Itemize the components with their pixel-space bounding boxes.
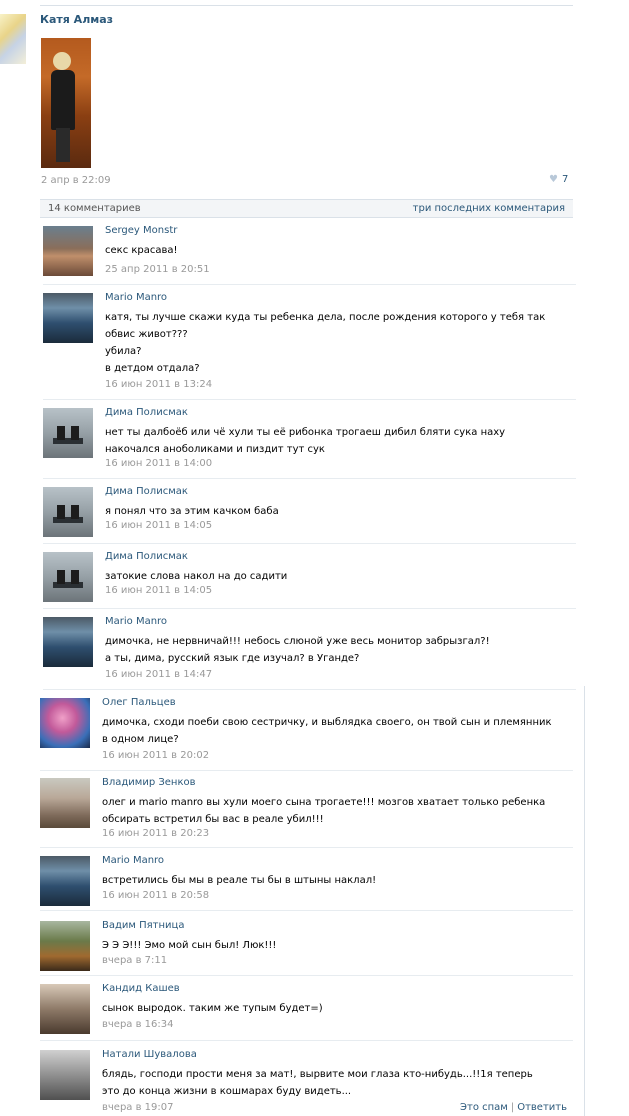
comment-text: катя, ты лучше скажи куда ты ребенка дел… <box>105 312 546 374</box>
comment-timestamp[interactable]: 16 июн 2011 в 14:47 <box>105 669 212 680</box>
post-timestamp[interactable]: 2 апр в 22:09 <box>41 175 111 186</box>
author-avatar[interactable] <box>0 14 26 64</box>
comment-item: Sergey Monstr секс красава! 25 апр 2011 в … <box>43 218 576 285</box>
commenter-name-link[interactable]: Олег Пальцев <box>102 697 176 708</box>
post-author-link[interactable]: Катя Алмаз <box>40 13 113 26</box>
comment-timestamp[interactable]: 16 июн 2011 в 13:24 <box>105 379 212 390</box>
comment-item: Олег Пальцев димочка, сходи поеби свою се… <box>40 690 573 771</box>
commenter-avatar[interactable] <box>40 1050 90 1100</box>
comment-item: Mario Manro катя, ты лучше скажи куда ты … <box>43 285 576 400</box>
like-button[interactable]: ♥ 7 <box>549 174 568 185</box>
comment-item: Кандид Кашев сынок выродок. таким же тупы… <box>40 976 573 1041</box>
commenter-name-link[interactable]: Вадим Пятница <box>102 920 184 931</box>
comment-item: Владимир Зенков олег и mario manro вы хул… <box>40 770 573 848</box>
comment-timestamp[interactable]: вчера в 7:11 <box>102 955 167 966</box>
reply-link[interactable]: Ответить <box>517 1102 567 1113</box>
comment-text: затокие слова накол на до садити <box>105 571 288 582</box>
comment-text: олег и mario manro вы хули моего сына тр… <box>102 797 546 825</box>
comment-item: Дима Полисмак я понял что за этим качком … <box>43 479 576 544</box>
commenter-avatar[interactable] <box>40 984 90 1034</box>
commenter-avatar[interactable] <box>43 226 93 276</box>
commenter-name-link[interactable]: Владимир Зенков <box>102 777 196 788</box>
comment-timestamp[interactable]: 16 июн 2011 в 20:23 <box>102 828 209 839</box>
comment-timestamp[interactable]: вчера в 16:34 <box>102 1019 174 1030</box>
commenter-name-link[interactable]: Mario Manro <box>102 855 164 866</box>
comment-item: Mario Manro встретились бы мы в реале ты … <box>40 848 573 911</box>
action-separator: | <box>510 1102 515 1113</box>
comment-item: Дима Полисмак затокие слова накол на до с… <box>43 544 576 609</box>
commenter-avatar[interactable] <box>43 487 93 537</box>
comment-text: нет ты далбоёб или чё хули ты её рибонка… <box>105 427 506 455</box>
comment-divider <box>40 910 573 911</box>
comments-count[interactable]: 14 комментариев <box>48 203 141 214</box>
commenter-avatar[interactable] <box>43 293 93 343</box>
comment-item: Натали Шувалова блядь, господи прости мен… <box>40 1042 573 1116</box>
commenter-name-link[interactable]: Кандид Кашев <box>102 983 180 994</box>
comment-timestamp[interactable]: 16 июн 2011 в 20:02 <box>102 750 209 761</box>
comment-text: димочка, не нервничай!!! небось слюной у… <box>105 636 490 664</box>
comment-timestamp[interactable]: 25 апр 2011 в 20:51 <box>105 264 210 275</box>
commenter-avatar[interactable] <box>43 617 93 667</box>
comment-text: сынок выродок. таким же тупым будет=) <box>102 1003 323 1014</box>
comment-timestamp[interactable]: 16 июн 2011 в 20:58 <box>102 890 209 901</box>
commenter-avatar[interactable] <box>40 921 90 971</box>
post-photo[interactable] <box>41 38 91 168</box>
commenter-avatar[interactable] <box>40 778 90 828</box>
comment-text: секс красава! <box>105 245 178 256</box>
comment-text: Э Э Э!!! Эмо мой сын был! Люк!!! <box>102 940 277 951</box>
commenter-avatar[interactable] <box>40 856 90 906</box>
commenter-avatar[interactable] <box>40 698 90 748</box>
comment-item: Mario Manro димочка, не нервничай!!! небо… <box>43 609 576 690</box>
heart-icon: ♥ <box>549 174 558 185</box>
thread-divider <box>584 686 585 1116</box>
comment-timestamp[interactable]: 16 июн 2011 в 14:05 <box>105 585 212 596</box>
comment-item: Дима Полисмак нет ты далбоёб или чё хули … <box>43 400 576 479</box>
comment-divider <box>40 1040 573 1041</box>
commenter-name-link[interactable]: Дима Полисмак <box>105 486 188 497</box>
commenter-name-link[interactable]: Натали Шувалова <box>102 1049 197 1060</box>
commenter-name-link[interactable]: Mario Manro <box>105 292 167 303</box>
comment-text: я понял что за этим качком баба <box>105 506 279 517</box>
comment-actions: Это спам | Ответить <box>460 1102 567 1113</box>
spam-link[interactable]: Это спам <box>460 1102 508 1113</box>
comments-header: 14 комментариев три последних комментари… <box>40 199 573 218</box>
comment-text: встретились бы мы в реале ты бы в штыны … <box>102 875 377 886</box>
show-last-comments-link[interactable]: три последних комментария <box>413 203 565 214</box>
comment-item: Вадим Пятница Э Э Э!!! Эмо мой сын был! Л… <box>40 913 573 976</box>
commenter-name-link[interactable]: Дима Полисмак <box>105 551 188 562</box>
comment-timestamp[interactable]: вчера в 19:07 <box>102 1102 174 1113</box>
commenter-name-link[interactable]: Sergey Monstr <box>105 225 177 236</box>
commenter-name-link[interactable]: Mario Manro <box>105 616 167 627</box>
comment-text: димочка, сходи поеби свою сестричку, и в… <box>102 717 552 745</box>
like-count: 7 <box>561 174 569 185</box>
comment-text: блядь, господи прости меня за мат!, вырв… <box>102 1069 533 1097</box>
comment-timestamp[interactable]: 16 июн 2011 в 14:05 <box>105 520 212 531</box>
top-divider <box>40 5 573 6</box>
comment-timestamp[interactable]: 16 июн 2011 в 14:00 <box>105 458 212 469</box>
commenter-avatar[interactable] <box>43 552 93 602</box>
commenter-name-link[interactable]: Дима Полисмак <box>105 407 188 418</box>
commenter-avatar[interactable] <box>43 408 93 458</box>
